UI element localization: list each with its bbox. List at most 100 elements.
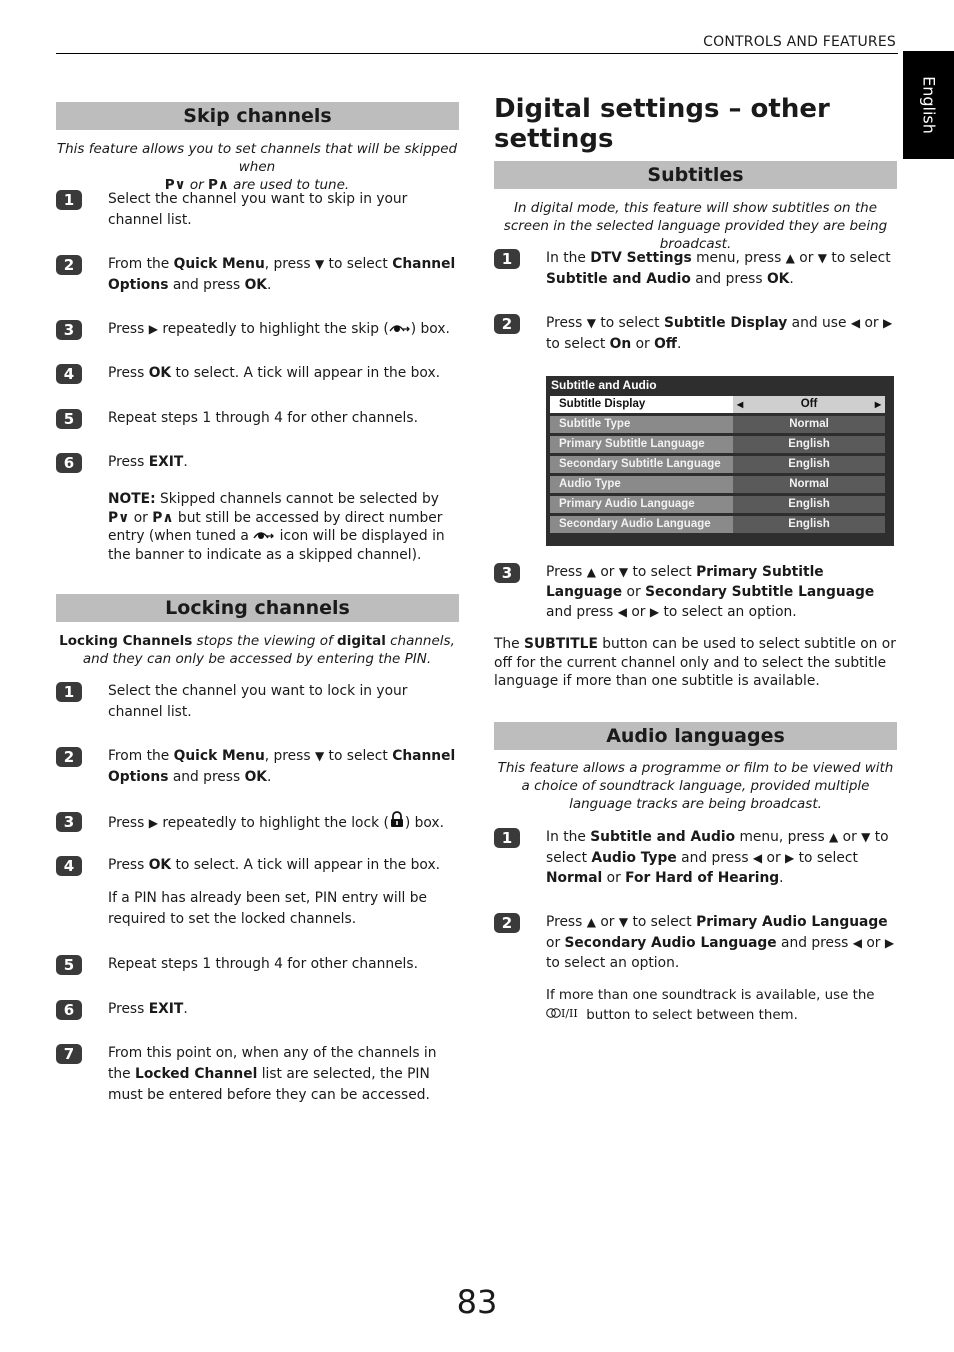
skip-step-2: 2 From the Quick Menu, press ▼ to select… bbox=[56, 254, 456, 296]
up-arrow-icon: ▲ bbox=[586, 915, 596, 929]
step-number-badge: 3 bbox=[56, 812, 82, 832]
skip-icon bbox=[253, 528, 275, 544]
left-arrow-icon[interactable]: ◀ bbox=[737, 396, 743, 413]
down-arrow-icon: ▼ bbox=[586, 316, 596, 330]
down-arrow-icon: ▼ bbox=[618, 915, 629, 929]
skip-icon bbox=[389, 321, 411, 337]
step-text: Press EXIT. bbox=[108, 454, 188, 470]
menu-row-primary-audio-language[interactable]: Primary Audio Language English bbox=[550, 496, 885, 513]
right-arrow-icon: ▶ bbox=[649, 605, 660, 619]
header-rule bbox=[56, 53, 898, 54]
lock-step-6: 6 Press EXIT. bbox=[56, 999, 456, 1020]
step-text: Press ▼ to select Subtitle Display and u… bbox=[546, 315, 893, 352]
section-heading-subtitles: Subtitles bbox=[494, 161, 897, 189]
menu-row-label: Subtitle Display bbox=[550, 396, 733, 413]
menu-row-label: Primary Subtitle Language bbox=[550, 436, 733, 453]
step-number-badge: 4 bbox=[56, 364, 82, 384]
menu-row-secondary-audio-language[interactable]: Secondary Audio Language English bbox=[550, 516, 885, 533]
menu-row-subtitle-type[interactable]: Subtitle Type Normal bbox=[550, 416, 885, 433]
step-number-badge: 1 bbox=[56, 190, 82, 210]
lock-step-3: 3 Press ▶ repeatedly to highlight the lo… bbox=[56, 811, 456, 834]
menu-row-value: Normal bbox=[733, 416, 885, 433]
step-number-badge: 2 bbox=[494, 913, 520, 933]
section-heading-skip-channels: Skip channels bbox=[56, 102, 459, 130]
left-arrow-icon: ◀ bbox=[617, 605, 627, 619]
skip-step-3: 3 Press ▶ repeatedly to highlight the sk… bbox=[56, 319, 456, 340]
menu-row-value: English bbox=[733, 496, 885, 513]
left-arrow-icon: ◀ bbox=[752, 850, 763, 865]
menu-title: Subtitle and Audio bbox=[551, 378, 657, 392]
menu-row-audio-type[interactable]: Audio Type Normal bbox=[550, 476, 885, 493]
menu-row-value: English bbox=[733, 516, 885, 533]
menu-row-value: English bbox=[733, 436, 885, 453]
menu-row-label: Audio Type bbox=[550, 476, 733, 493]
running-header: CONTROLS AND FEATURES bbox=[703, 34, 896, 50]
subtitles-step-1: 1 In the DTV Settings menu, press ▲ or ▼… bbox=[494, 248, 896, 290]
p-up-icon: P∧ bbox=[152, 509, 174, 526]
skip-note: NOTE: Skipped channels cannot be selecte… bbox=[108, 491, 445, 563]
step-text: Press ▲ or ▼ to select Primary Subtitle … bbox=[546, 564, 875, 620]
up-arrow-icon: ▲ bbox=[829, 830, 839, 844]
down-arrow-icon: ▼ bbox=[314, 749, 325, 763]
audio-step-2: 2 Press ▲ or ▼ to select Primary Audio L… bbox=[494, 912, 898, 1027]
dual-audio-icon: I/II bbox=[546, 1007, 582, 1023]
menu-row-value[interactable]: ◀ Off ▶ bbox=[733, 396, 885, 413]
subtitle-audio-menu: Subtitle and Audio Subtitle Display ◀ Off… bbox=[546, 376, 894, 546]
audio-step-1: 1 In the Subtitle and Audio menu, press … bbox=[494, 827, 898, 889]
right-arrow-icon: ▶ bbox=[882, 316, 893, 330]
intro-text: This feature allows you to set channels … bbox=[56, 141, 458, 175]
down-arrow-icon: ▼ bbox=[817, 251, 828, 265]
step-text: From the Quick Menu, press ▼ to select C… bbox=[108, 748, 456, 785]
subtitle-button-paragraph: The SUBTITLE button can be used to selec… bbox=[494, 636, 896, 689]
lock-step-1: 1 Select the channel you want to lock in… bbox=[56, 681, 456, 723]
step-number-badge: 2 bbox=[56, 255, 82, 275]
down-arrow-icon: ▼ bbox=[314, 257, 325, 271]
step-text: In the Subtitle and Audio menu, press ▲ … bbox=[546, 829, 889, 886]
left-arrow-icon: ◀ bbox=[850, 316, 861, 330]
step-number-badge: 5 bbox=[56, 955, 82, 975]
menu-row-label: Secondary Audio Language bbox=[550, 516, 733, 533]
left-arrow-icon: ◀ bbox=[852, 935, 862, 950]
step-text: Repeat steps 1 through 4 for other chann… bbox=[108, 956, 418, 972]
step-number-badge: 1 bbox=[494, 828, 520, 848]
menu-row-secondary-subtitle-language[interactable]: Secondary Subtitle Language English bbox=[550, 456, 885, 473]
locking-intro: Locking Channels stops the viewing of di… bbox=[59, 633, 455, 667]
up-arrow-icon: ▲ bbox=[586, 565, 596, 579]
step-number-badge: 5 bbox=[56, 409, 82, 429]
step-text: From this point on, when any of the chan… bbox=[108, 1045, 437, 1103]
skip-step-6: 6 Press EXIT. bbox=[56, 452, 456, 473]
skip-step-5: 5 Repeat steps 1 through 4 for other cha… bbox=[56, 408, 456, 429]
menu-row-value: English bbox=[733, 456, 885, 473]
step-number-badge: 4 bbox=[56, 856, 82, 876]
right-arrow-icon[interactable]: ▶ bbox=[875, 396, 881, 413]
step-text: Repeat steps 1 through 4 for other chann… bbox=[108, 410, 418, 426]
step-text: Press ▲ or ▼ to select Primary Audio Lan… bbox=[546, 912, 898, 1027]
svg-text:I/II: I/II bbox=[561, 1007, 578, 1019]
up-arrow-icon: ▲ bbox=[785, 251, 795, 265]
menu-row-subtitle-display[interactable]: Subtitle Display ◀ Off ▶ bbox=[550, 396, 885, 413]
p-down-icon: P∨ bbox=[108, 509, 130, 526]
step-text: Press EXIT. bbox=[108, 1001, 188, 1017]
step-number-badge: 1 bbox=[56, 682, 82, 702]
menu-row-label: Subtitle Type bbox=[550, 416, 733, 433]
step-text: Press ▶ repeatedly to highlight the skip… bbox=[108, 321, 450, 337]
menu-row-primary-subtitle-language[interactable]: Primary Subtitle Language English bbox=[550, 436, 885, 453]
right-arrow-icon: ▶ bbox=[148, 816, 158, 830]
step-number-badge: 1 bbox=[494, 249, 520, 269]
step-subtext: If more than one soundtrack is available… bbox=[546, 987, 875, 1024]
menu-row-label: Secondary Subtitle Language bbox=[550, 456, 733, 473]
right-arrow-icon: ▶ bbox=[148, 322, 158, 336]
subtitles-step-2: 2 Press ▼ to select Subtitle Display and… bbox=[494, 313, 896, 355]
lock-step-7: 7 From this point on, when any of the ch… bbox=[56, 1043, 456, 1106]
step-number-badge: 6 bbox=[56, 1000, 82, 1020]
page-title: Digital settings – other settings bbox=[494, 94, 830, 154]
step-number-badge: 2 bbox=[56, 747, 82, 767]
section-heading-audio-languages: Audio languages bbox=[494, 722, 897, 750]
language-tab: English bbox=[903, 51, 954, 159]
step-number-badge: 7 bbox=[56, 1044, 82, 1064]
lock-step-2: 2 From the Quick Menu, press ▼ to select… bbox=[56, 746, 456, 788]
step-number-badge: 6 bbox=[56, 453, 82, 473]
step-text: Press OK to select. A tick will appear i… bbox=[108, 855, 460, 930]
step-subtext: If a PIN has already been set, PIN entry… bbox=[108, 890, 428, 927]
lock-icon bbox=[389, 811, 405, 831]
